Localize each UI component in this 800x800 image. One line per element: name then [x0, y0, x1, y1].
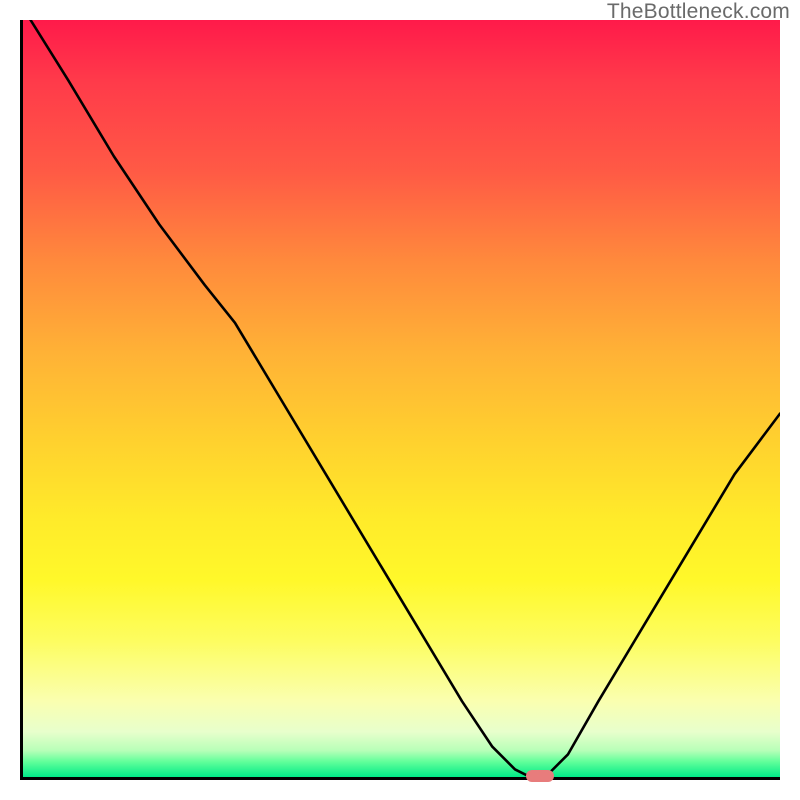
curve-svg	[23, 20, 780, 777]
plot-area	[20, 20, 780, 780]
chart-container: TheBottleneck.com	[0, 0, 800, 800]
optimal-marker	[526, 770, 554, 782]
bottleneck-curve-path	[31, 20, 780, 777]
